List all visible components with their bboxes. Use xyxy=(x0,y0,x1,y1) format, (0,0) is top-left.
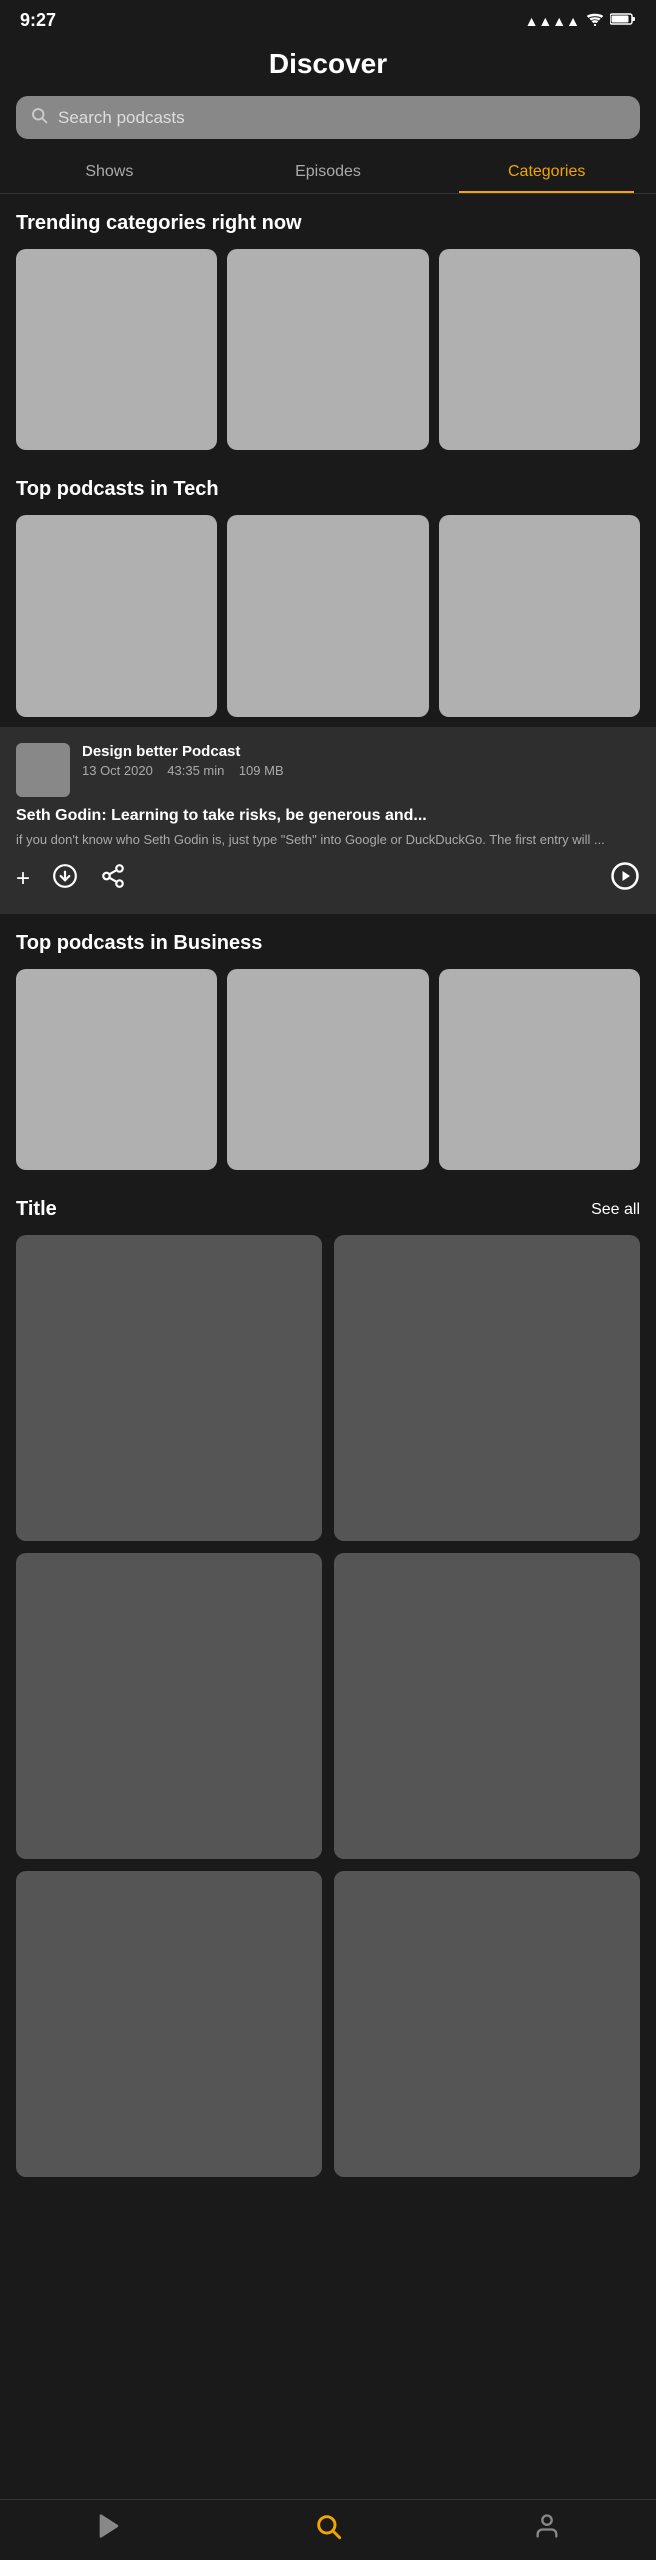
tech-card-1[interactable] xyxy=(16,515,217,716)
trending-card-1[interactable] xyxy=(16,249,217,450)
tech-card-2[interactable] xyxy=(227,515,428,716)
episode-meta: Design better Podcast 13 Oct 2020 43:35 … xyxy=(82,743,640,778)
list-item[interactable] xyxy=(334,1235,640,1541)
list-item[interactable] xyxy=(16,1871,322,2177)
page-header: Discover xyxy=(0,36,656,96)
title-label: Title xyxy=(16,1198,57,1221)
grid-2 xyxy=(16,1235,640,2177)
top-tech-title: Top podcasts in Tech xyxy=(16,478,640,501)
episode-date: 13 Oct 2020 xyxy=(82,763,153,778)
see-all-button[interactable]: See all xyxy=(591,1201,640,1219)
list-item[interactable] xyxy=(334,1553,640,1859)
nav-search[interactable] xyxy=(314,2512,342,2540)
status-bar: 9:27 ▲▲▲▲ xyxy=(0,0,656,36)
podcast-name: Design better Podcast xyxy=(82,743,640,760)
featured-episode: Design better Podcast 13 Oct 2020 43:35 … xyxy=(0,727,656,914)
top-business-section: Top podcasts in Business xyxy=(0,914,656,1180)
trending-grid xyxy=(16,249,640,450)
grid-2-section xyxy=(0,1235,656,2193)
status-time: 9:27 xyxy=(20,10,56,31)
top-tech-grid xyxy=(16,515,640,716)
play-button[interactable] xyxy=(610,861,640,898)
top-tech-section: Top podcasts in Tech xyxy=(0,460,656,726)
top-business-title: Top podcasts in Business xyxy=(16,932,640,955)
tab-episodes[interactable]: Episodes xyxy=(219,151,438,193)
battery-icon xyxy=(610,12,636,29)
title-row: Title See all xyxy=(0,1180,656,1235)
list-item[interactable] xyxy=(16,1235,322,1541)
episode-actions: + xyxy=(16,861,640,898)
page-title: Discover xyxy=(0,48,656,80)
search-bar[interactable]: Search podcasts xyxy=(16,96,640,139)
episode-thumbnail xyxy=(16,743,70,797)
episode-details: 13 Oct 2020 43:35 min 109 MB xyxy=(82,763,640,778)
search-icon xyxy=(30,106,48,129)
nav-play[interactable] xyxy=(95,2512,123,2540)
episode-size: 109 MB xyxy=(239,763,284,778)
signal-icon: ▲▲▲▲ xyxy=(525,13,580,29)
list-item[interactable] xyxy=(16,1553,322,1859)
wifi-icon xyxy=(586,12,604,29)
tabs-container: Shows Episodes Categories xyxy=(0,151,656,194)
episode-header: Design better Podcast 13 Oct 2020 43:35 … xyxy=(16,743,640,797)
business-card-1[interactable] xyxy=(16,969,217,1170)
top-business-grid xyxy=(16,969,640,1170)
search-placeholder: Search podcasts xyxy=(58,108,185,128)
business-card-3[interactable] xyxy=(439,969,640,1170)
business-card-2[interactable] xyxy=(227,969,428,1170)
episode-description: if you don't know who Seth Godin is, jus… xyxy=(16,831,640,849)
tech-card-3[interactable] xyxy=(439,515,640,716)
trending-section: Trending categories right now xyxy=(0,194,656,460)
tab-shows[interactable]: Shows xyxy=(0,151,219,193)
share-button[interactable] xyxy=(100,863,126,896)
bottom-nav xyxy=(0,2499,656,2560)
download-button[interactable] xyxy=(52,863,78,896)
list-item[interactable] xyxy=(334,1871,640,2177)
nav-profile[interactable] xyxy=(533,2512,561,2540)
add-button[interactable]: + xyxy=(16,865,30,893)
tab-categories[interactable]: Categories xyxy=(437,151,656,193)
status-icons: ▲▲▲▲ xyxy=(525,12,636,29)
episode-duration: 43:35 min xyxy=(167,763,224,778)
episode-title: Seth Godin: Learning to take risks, be g… xyxy=(16,807,640,825)
trending-card-2[interactable] xyxy=(227,249,428,450)
trending-card-3[interactable] xyxy=(439,249,640,450)
trending-title: Trending categories right now xyxy=(16,212,640,235)
